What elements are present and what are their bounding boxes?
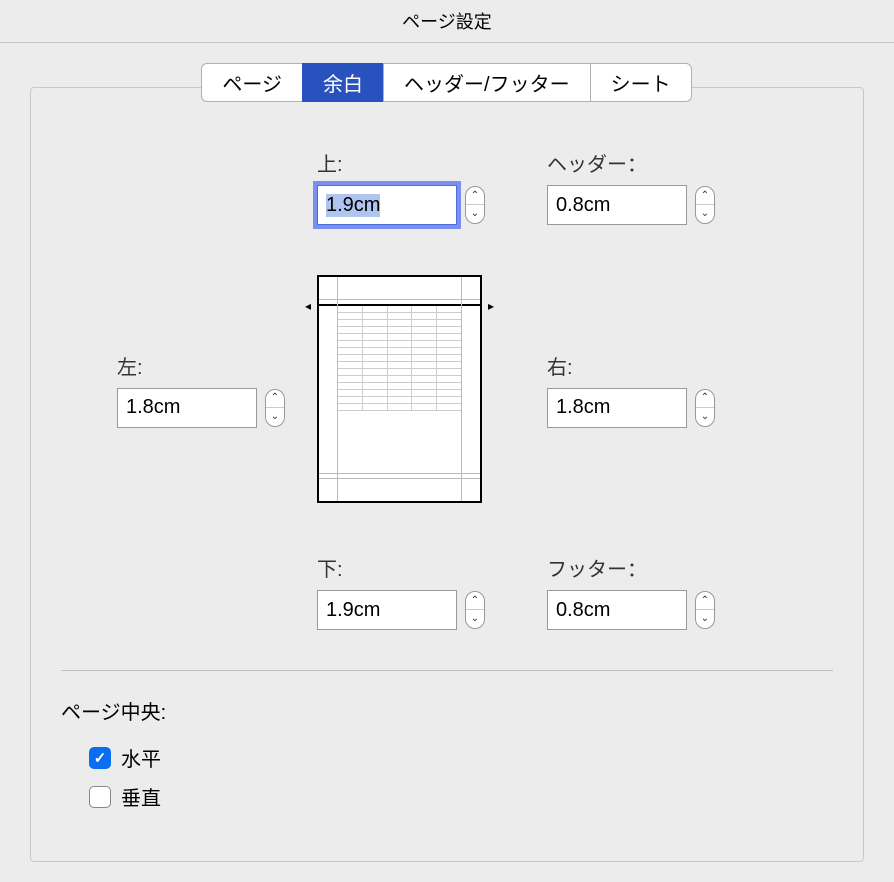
stepper-down-icon[interactable]: ⌄	[466, 205, 484, 223]
stepper-up-icon[interactable]: ⌃	[266, 390, 284, 408]
left-stepper[interactable]: ⌃ ⌄	[265, 389, 285, 427]
horizontal-checkbox[interactable]: ✓	[89, 747, 111, 769]
arrow-right-icon: ▸	[488, 299, 494, 313]
divider	[61, 670, 833, 671]
tab-bar: ページ 余白 ヘッダー/フッター シート	[30, 63, 864, 102]
right-stepper[interactable]: ⌃ ⌄	[695, 389, 715, 427]
right-input[interactable]	[547, 388, 687, 428]
stepper-up-icon[interactable]: ⌃	[466, 592, 484, 610]
footer-input[interactable]	[547, 590, 687, 630]
vertical-checkbox[interactable]	[89, 786, 111, 808]
right-label: 右:	[547, 351, 777, 380]
top-input[interactable]	[317, 185, 457, 225]
header-input[interactable]	[547, 185, 687, 225]
bottom-label: 下:	[317, 553, 547, 582]
tab-margin[interactable]: 余白	[302, 63, 384, 102]
arrow-left-icon: ◂	[305, 299, 311, 313]
stepper-up-icon[interactable]: ⌃	[696, 187, 714, 205]
top-stepper[interactable]: ⌃ ⌄	[465, 186, 485, 224]
tab-headerfooter[interactable]: ヘッダー/フッター	[383, 63, 591, 102]
footer-label: フッター：	[547, 553, 777, 582]
page-preview: ◂ ▸	[317, 275, 482, 503]
bottom-stepper[interactable]: ⌃ ⌄	[465, 591, 485, 629]
header-label: ヘッダー：	[547, 148, 777, 177]
left-input[interactable]	[117, 388, 257, 428]
tab-sheet[interactable]: シート	[590, 63, 692, 102]
left-label: 左:	[117, 351, 317, 380]
dialog-title: ページ設定	[0, 0, 894, 43]
stepper-up-icon[interactable]: ⌃	[466, 187, 484, 205]
vertical-label: 垂直	[121, 782, 161, 811]
stepper-down-icon[interactable]: ⌄	[266, 408, 284, 426]
stepper-down-icon[interactable]: ⌄	[466, 610, 484, 628]
top-label: 上:	[317, 148, 547, 177]
stepper-down-icon[interactable]: ⌄	[696, 205, 714, 223]
stepper-down-icon[interactable]: ⌄	[696, 610, 714, 628]
stepper-down-icon[interactable]: ⌄	[696, 408, 714, 426]
check-icon: ✓	[94, 749, 107, 767]
bottom-input[interactable]	[317, 590, 457, 630]
center-section-label: ページ中央:	[61, 696, 833, 725]
tab-page[interactable]: ページ	[201, 63, 303, 102]
stepper-up-icon[interactable]: ⌃	[696, 592, 714, 610]
stepper-up-icon[interactable]: ⌃	[696, 390, 714, 408]
footer-stepper[interactable]: ⌃ ⌄	[695, 591, 715, 629]
header-stepper[interactable]: ⌃ ⌄	[695, 186, 715, 224]
horizontal-label: 水平	[121, 743, 161, 772]
